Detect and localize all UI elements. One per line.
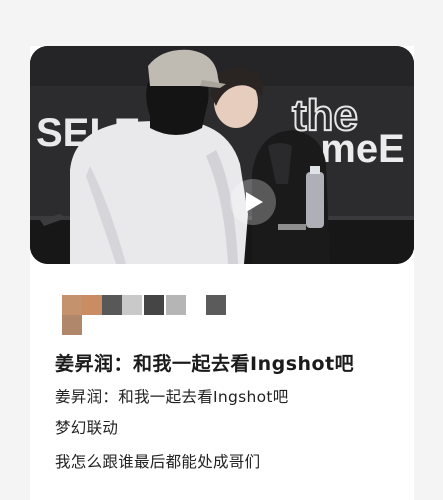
mosaic-tile [62, 315, 82, 335]
post-line-1: 姜昇润：和我一起去看Ingshot吧 [55, 388, 289, 406]
mosaic-tile [102, 295, 122, 315]
post-line-3: 我怎么跟谁最后都能处成哥们 [55, 453, 261, 471]
play-icon [246, 192, 263, 212]
post-title: 姜昇润：和我一起去看Ingshot吧 [55, 353, 355, 375]
mosaic-tile [122, 295, 142, 315]
post-line-2: 梦幻联动 [55, 419, 119, 437]
mosaic-tile [62, 295, 82, 315]
page: SELE the ameE 姜昇润：和我一起去看Ingshot吧 姜昇润：和我一… [0, 0, 443, 500]
mosaic-tile [82, 295, 102, 315]
play-button[interactable] [230, 179, 276, 225]
mosaic-tile [206, 295, 226, 315]
video-thumbnail[interactable]: SELE the ameE [30, 46, 414, 264]
mosaic-tile [144, 295, 164, 315]
video-frame: SELE the ameE [30, 46, 414, 264]
mosaic-tile [166, 295, 186, 315]
avatar-mosaic [62, 295, 232, 340]
